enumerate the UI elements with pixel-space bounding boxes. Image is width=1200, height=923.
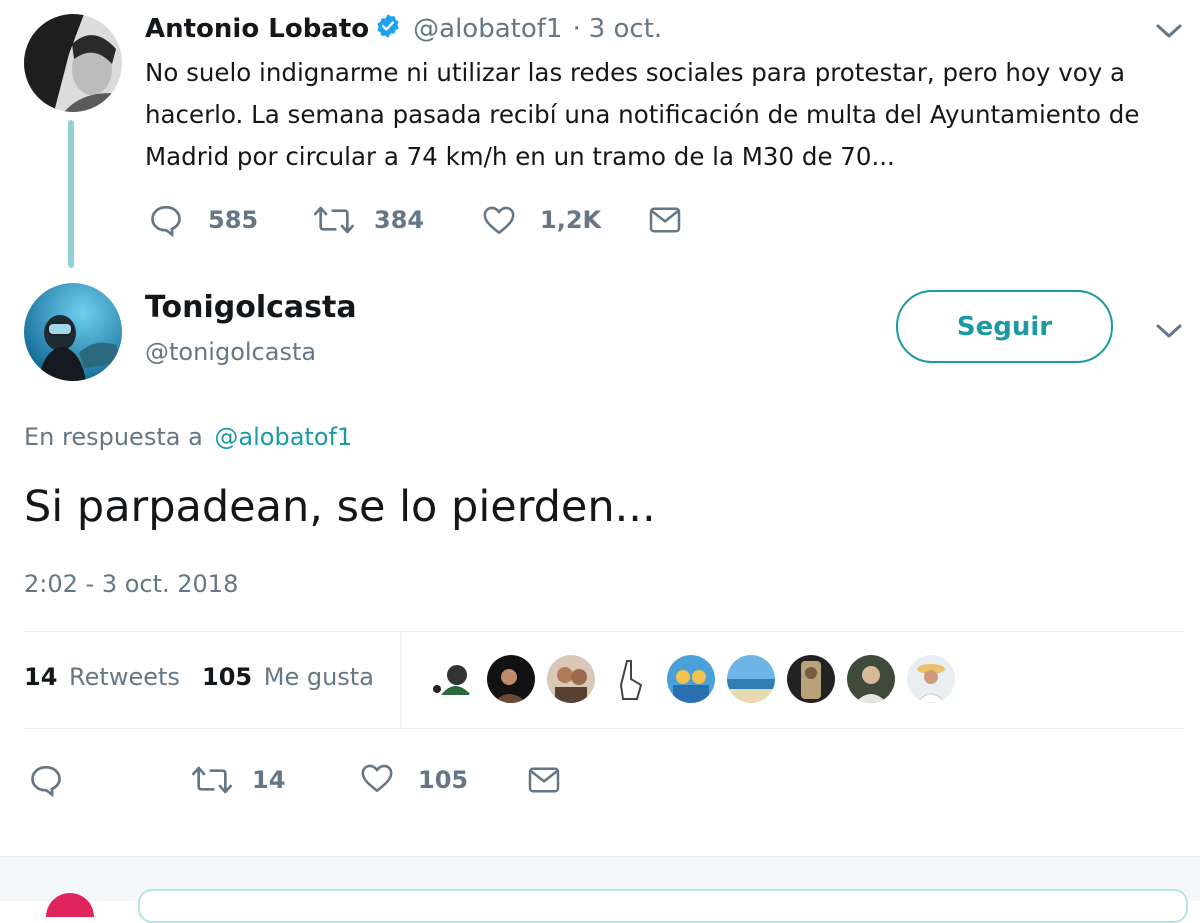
liker-avatar[interactable]	[907, 655, 955, 703]
retweets-stat[interactable]: 14 Retweets	[24, 663, 180, 691]
follow-button[interactable]: Seguir	[896, 290, 1113, 363]
chevron-down-icon[interactable]	[1154, 320, 1184, 342]
liker-avatar[interactable]	[607, 655, 655, 703]
tweet-timestamp[interactable]: 2:02 - 3 oct. 2018	[24, 570, 238, 598]
likes-stat[interactable]: 105 Me gusta	[202, 663, 374, 691]
liker-avatar[interactable]	[847, 655, 895, 703]
reply-tweet-text: Si parpadean, se lo pierden...	[24, 482, 656, 532]
author-handle[interactable]: @alobatof1	[413, 14, 562, 44]
composer-area	[0, 856, 1200, 923]
like-icon[interactable]	[482, 204, 516, 236]
tweet-actions: 585 384 1,2K	[148, 200, 708, 242]
verified-badge-icon	[375, 13, 401, 46]
tweet-date[interactable]: 3 oct.	[589, 14, 662, 44]
author-name[interactable]: Antonio Lobato	[145, 14, 369, 44]
reply-author-handle[interactable]: @tonigolcasta	[145, 338, 316, 366]
reply-to-link[interactable]: @alobatof1	[214, 423, 352, 451]
retweets-stat-count: 14	[24, 663, 58, 691]
composer-avatar	[46, 893, 94, 917]
liker-avatar[interactable]	[547, 655, 595, 703]
reply-context-label: En respuesta a	[24, 423, 203, 451]
avatar-antonio-lobato[interactable]	[24, 14, 122, 112]
tweet-header: Antonio Lobato @alobatof1 · 3 oct.	[145, 12, 662, 46]
direct-message-icon[interactable]	[527, 766, 561, 794]
reply-icon[interactable]	[28, 762, 64, 798]
stats-divider-top	[24, 631, 1184, 632]
retweet-icon[interactable]	[192, 764, 232, 796]
retweet-count: 384	[374, 206, 425, 234]
stats-divider-bottom	[24, 728, 1184, 729]
thread-line	[68, 120, 74, 268]
chevron-down-icon[interactable]	[1154, 20, 1184, 42]
liker-avatar[interactable]	[427, 655, 475, 703]
reply-input[interactable]	[138, 889, 1188, 923]
liker-avatar[interactable]	[667, 655, 715, 703]
likes-stat-label: Me gusta	[263, 663, 374, 691]
tweet-text: No suelo indignarme ni utilizar las rede…	[145, 58, 1140, 171]
reply-author-name[interactable]: Tonigolcasta	[145, 290, 357, 325]
direct-message-icon[interactable]	[648, 206, 682, 234]
liker-avatar[interactable]	[787, 655, 835, 703]
retweet-count: 14	[252, 766, 286, 794]
retweets-stat-label: Retweets	[69, 663, 180, 691]
avatar-tonigolcasta[interactable]	[24, 283, 122, 381]
reply-icon[interactable]	[148, 202, 184, 238]
retweet-icon[interactable]	[314, 204, 354, 236]
like-count: 1,2K	[540, 206, 602, 234]
liker-avatar[interactable]	[487, 655, 535, 703]
like-icon[interactable]	[360, 762, 394, 794]
reply-count: 585	[208, 206, 259, 234]
stats-vertical-divider	[400, 632, 401, 728]
reply-context: En respuesta a @alobatof1	[24, 423, 352, 451]
like-count: 105	[418, 766, 469, 794]
liker-avatar[interactable]	[727, 655, 775, 703]
header-separator: ·	[572, 14, 581, 44]
likes-stat-count: 105	[202, 663, 253, 691]
